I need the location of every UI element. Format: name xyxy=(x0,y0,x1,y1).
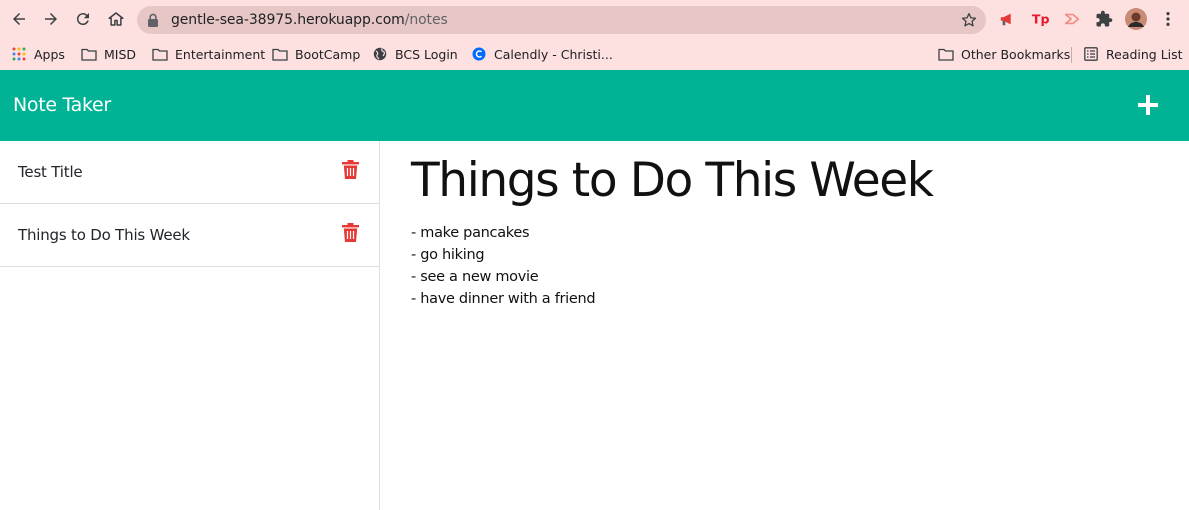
back-button[interactable] xyxy=(7,7,31,31)
folder-icon xyxy=(152,47,168,61)
bookmarks-bar: Apps MISD Entertainment BootCamp BCS Log… xyxy=(0,38,1189,70)
note-line: - have dinner with a friend xyxy=(411,291,596,307)
arrow-extension-icon[interactable] xyxy=(1062,9,1082,29)
address-bar[interactable]: gentle-sea-38975.herokuapp.com/notes xyxy=(137,6,986,34)
app-title[interactable]: Note Taker xyxy=(13,94,111,116)
bookmark-entertainment[interactable]: Entertainment xyxy=(152,44,265,64)
note-title[interactable]: Things to Do This Week xyxy=(411,153,934,208)
arrow-left-icon xyxy=(13,13,25,25)
megaphone-extension-icon[interactable] xyxy=(998,9,1018,29)
list-item[interactable]: Things to Do This Week xyxy=(0,204,379,267)
bookmark-label: Apps xyxy=(34,46,65,62)
trash-icon[interactable] xyxy=(342,160,359,179)
bookmarks-divider xyxy=(1071,47,1072,63)
folder-icon xyxy=(81,47,97,61)
reload-icon xyxy=(76,13,89,26)
bookmark-label: Calendly - Christi... xyxy=(494,46,613,62)
calendly-icon xyxy=(471,47,487,61)
bookmark-label: MISD xyxy=(104,46,137,62)
home-icon xyxy=(108,12,124,26)
note-list-title: Things to Do This Week xyxy=(18,226,190,244)
bookmark-label: BootCamp xyxy=(295,46,361,62)
browser-chrome: gentle-sea-38975.herokuapp.com/notes Tp xyxy=(0,0,1189,70)
url-path: /notes xyxy=(404,12,448,28)
svg-text:Tp: Tp xyxy=(1032,12,1049,27)
bookmark-star-icon[interactable] xyxy=(960,11,978,29)
folder-icon xyxy=(938,47,954,61)
bookmark-misd[interactable]: MISD xyxy=(81,44,136,64)
apps-grid-icon xyxy=(11,47,27,61)
lock-icon xyxy=(148,13,158,27)
folder-icon xyxy=(272,47,288,61)
app-header: Note Taker xyxy=(0,70,1189,141)
new-note-plus-icon[interactable] xyxy=(1136,93,1160,117)
reading-list-icon xyxy=(1083,47,1099,61)
note-list-title: Test Title xyxy=(18,163,83,181)
forward-button[interactable] xyxy=(39,7,63,31)
arrow-right-icon xyxy=(45,13,57,25)
bookmark-apps[interactable]: Apps xyxy=(11,44,65,64)
note-line: - go hiking xyxy=(411,247,485,263)
note-line: - make pancakes xyxy=(411,225,530,241)
reload-button[interactable] xyxy=(71,7,95,31)
url-text: gentle-sea-38975.herokuapp.com/notes xyxy=(171,12,448,28)
profile-avatar[interactable] xyxy=(1125,8,1147,30)
note-body[interactable]: - make pancakes - go hiking - see a new … xyxy=(411,222,596,310)
bookmark-bcs-login[interactable]: BCS Login xyxy=(372,44,458,64)
bookmark-other-bookmarks[interactable]: Other Bookmarks xyxy=(938,44,1070,64)
list-item[interactable]: Test Title xyxy=(0,141,379,204)
globe-icon xyxy=(372,47,388,61)
browser-toolbar: gentle-sea-38975.herokuapp.com/notes Tp xyxy=(0,0,1189,38)
trash-icon[interactable] xyxy=(342,223,359,242)
bookmark-reading-list[interactable]: Reading List xyxy=(1083,44,1183,64)
note-view: Things to Do This Week - make pancakes -… xyxy=(380,141,1189,510)
bookmark-label: BCS Login xyxy=(395,46,458,62)
note-line: - see a new movie xyxy=(411,269,539,285)
note-list: Test Title Things to Do This Week xyxy=(0,141,380,510)
bookmark-label: Reading List xyxy=(1106,46,1183,62)
bookmark-label: Entertainment xyxy=(175,46,266,62)
puzzle-extensions-icon[interactable] xyxy=(1094,9,1114,29)
bookmark-label: Other Bookmarks xyxy=(961,46,1071,62)
home-button[interactable] xyxy=(104,7,128,31)
bookmark-bootcamp[interactable]: BootCamp xyxy=(272,44,360,64)
url-host: gentle-sea-38975.herokuapp.com xyxy=(171,12,405,28)
tp-extension-icon[interactable]: Tp xyxy=(1030,9,1050,29)
more-menu-icon[interactable] xyxy=(1158,9,1178,29)
bookmark-calendly[interactable]: Calendly - Christi... xyxy=(471,44,613,64)
